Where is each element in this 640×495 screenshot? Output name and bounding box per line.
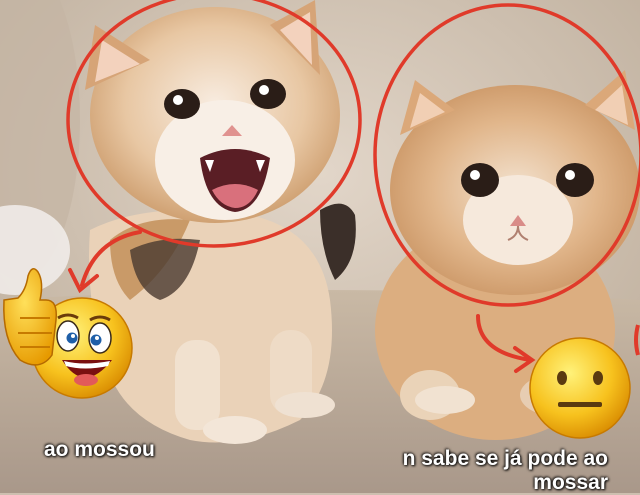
left-caption: ao mossou bbox=[44, 438, 155, 461]
neutral-face-emoji-icon bbox=[529, 337, 631, 439]
edge-arrow-icon bbox=[634, 324, 640, 356]
right-caption: n sabe se já pode ao mossar bbox=[402, 447, 608, 494]
meme-image bbox=[0, 0, 640, 493]
